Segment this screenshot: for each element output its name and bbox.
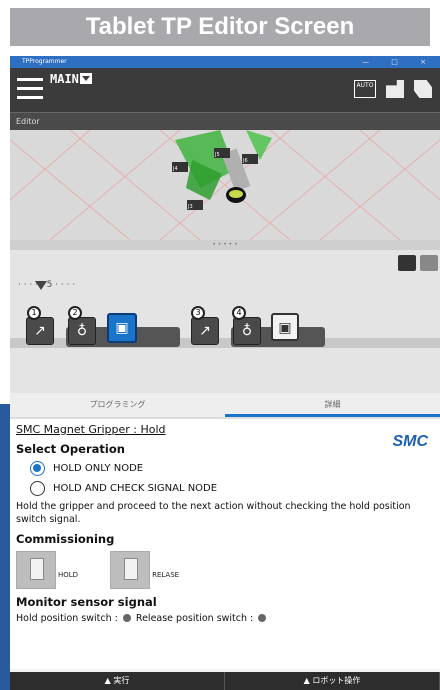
tab-programming[interactable]: プログラミング (10, 393, 225, 417)
commissioning-buttons: HOLD RELASE (16, 551, 434, 589)
release-indicator-icon (258, 614, 267, 622)
window-controls[interactable]: — □ × (362, 56, 436, 68)
joint-label: J5 (214, 152, 220, 158)
node-gripper-icon[interactable]: ♁ (68, 317, 96, 345)
radio-label: HOLD AND CHECK SIGNAL NODE (53, 483, 218, 494)
radio-label: HOLD ONLY NODE (53, 463, 144, 474)
radio-unselected-icon[interactable] (30, 481, 45, 496)
release-button[interactable]: RELASE (110, 551, 179, 589)
radio-hold-check[interactable]: HOLD AND CHECK SIGNAL NODE (30, 481, 434, 496)
menu-icon[interactable] (17, 78, 43, 100)
radio-hold-only[interactable]: HOLD ONLY NODE (30, 461, 434, 476)
release-label: RELASE (152, 571, 180, 579)
release-switch-label: Release position switch : (135, 613, 254, 624)
hold-button[interactable]: HOLD (16, 551, 78, 589)
node-release-icon[interactable]: ▣ (271, 313, 299, 341)
window-title: TPProgrammer (22, 58, 67, 65)
bottom-bar: ▲ 実行 ▲ ロボット操作 (10, 672, 440, 690)
playhead-marker[interactable] (35, 281, 47, 290)
editor-label: Editor (10, 112, 440, 130)
viewport-scene: J4 J5 J3 J6 (10, 130, 440, 240)
robot-3d-viewport[interactable]: J4 J5 J3 J6 (10, 130, 440, 240)
tab-bar: プログラミング 詳細 (10, 393, 440, 419)
step-badge: 4 (232, 306, 246, 320)
teach-pendant-icon[interactable] (386, 80, 404, 98)
node-gripper-icon[interactable]: ♁ (233, 317, 261, 345)
app-header: MAIN AUTO (10, 68, 440, 112)
redo-icon[interactable] (420, 255, 438, 271)
smc-logo: SMC (392, 433, 428, 450)
window-titlebar: TPProgrammer — □ × (10, 56, 440, 68)
banner-title: Tablet TP Editor Screen (10, 8, 430, 46)
gripper-release-icon (110, 551, 151, 589)
commissioning-heading: Commissioning (16, 532, 115, 546)
pointer-icon[interactable] (414, 80, 432, 98)
run-button[interactable]: ▲ 実行 (10, 672, 225, 690)
node-move-icon[interactable]: ↗ (191, 317, 219, 345)
step-badge: 3 (191, 306, 205, 320)
hold-indicator-icon (122, 614, 131, 622)
monitor-heading: Monitor sensor signal (16, 595, 157, 609)
select-operation-heading: Select Operation (16, 442, 125, 456)
radio-selected-icon[interactable] (30, 461, 45, 476)
node-hold-icon[interactable]: ▣ (107, 313, 137, 343)
program-name: MAIN (50, 72, 79, 86)
detail-panel: SMC Magnet Gripper : Hold SMC Select Ope… (10, 419, 440, 669)
joint-label: J3 (187, 204, 193, 210)
joint-label: J6 (242, 158, 248, 164)
undo-icon[interactable] (398, 255, 416, 271)
program-timeline[interactable]: · · · · · 5 · · · · ↗ ♁ ▣ ↗ ♁ ▣ 1 2 3 4 (10, 250, 440, 393)
hold-label: HOLD (58, 571, 79, 579)
panel-splitter[interactable]: • • • • • (10, 240, 440, 250)
robot-operation-button[interactable]: ▲ ロボット操作 (225, 672, 440, 690)
auto-mode-icon[interactable]: AUTO (354, 80, 376, 98)
sensor-signal-row: Hold position switch : Release position … (16, 613, 434, 624)
node-title[interactable]: SMC Magnet Gripper : Hold (16, 423, 434, 436)
node-move-icon[interactable]: ↗ (26, 317, 54, 345)
step-badge: 2 (68, 306, 82, 320)
app-window: TPProgrammer — □ × MAIN AUTO Editor J4 J… (10, 56, 440, 690)
side-strip (0, 404, 10, 690)
chevron-down-icon[interactable] (79, 73, 92, 84)
gripper-hold-icon (16, 551, 56, 589)
tab-details[interactable]: 詳細 (225, 393, 440, 417)
header-icons: AUTO (354, 80, 432, 98)
page: Tablet TP Editor Screen TPProgrammer — □… (0, 0, 440, 690)
program-selector[interactable]: MAIN (50, 72, 92, 86)
hold-switch-label: Hold position switch : (16, 613, 118, 624)
joint-label: J4 (172, 166, 178, 172)
step-badge: 1 (27, 306, 41, 320)
operation-description: Hold the gripper and proceed to the next… (16, 501, 411, 525)
